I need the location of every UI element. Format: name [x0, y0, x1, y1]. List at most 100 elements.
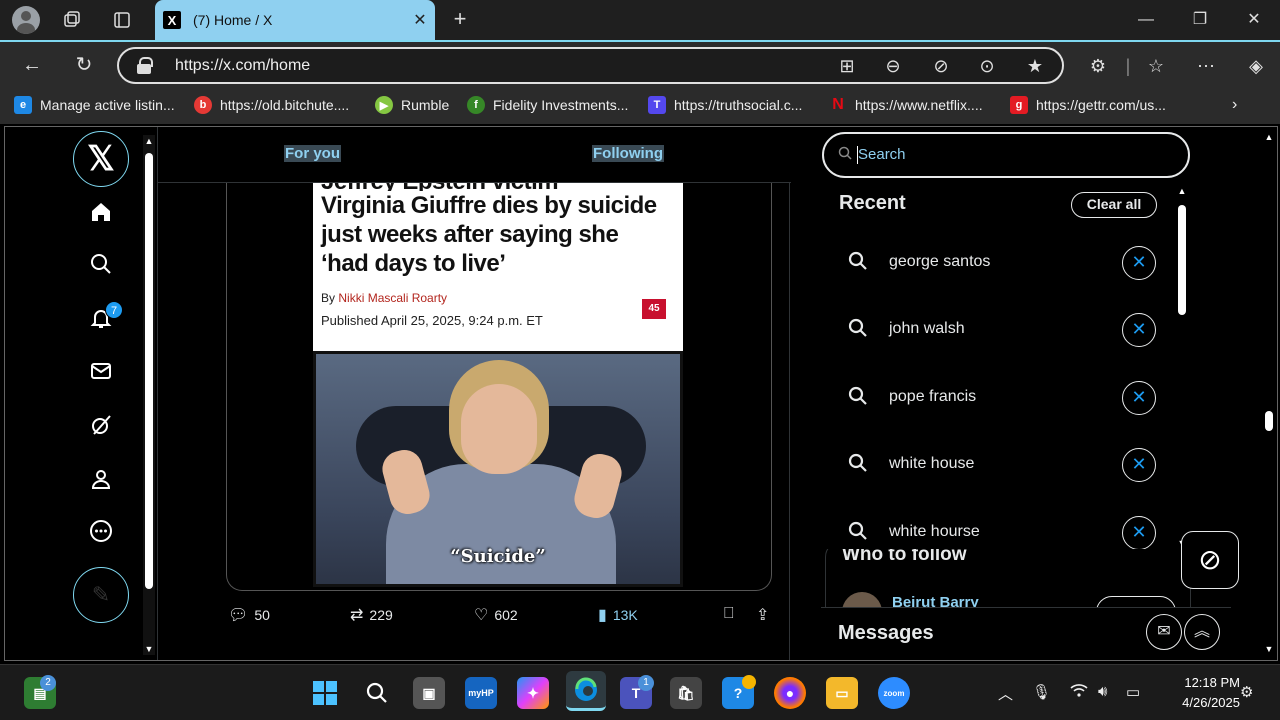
url-text[interactable]: https://x.com/home: [175, 57, 310, 75]
toolbar-divider: |: [1125, 56, 1131, 76]
scroll-down-arrow-icon[interactable]: ▼: [143, 643, 155, 655]
views-button[interactable]: ▮ 13K: [598, 605, 638, 625]
left-scrollbar[interactable]: ▲ ▼: [143, 135, 155, 655]
more-options-icon[interactable]: [87, 519, 115, 547]
minimize-icon[interactable]: —: [1126, 6, 1166, 34]
volume-icon[interactable]: 🔊︎: [1098, 683, 1107, 700]
favorite-star-icon[interactable]: ★: [1023, 55, 1047, 79]
restore-icon[interactable]: ❐: [1180, 6, 1220, 34]
bookmark-item[interactable]: Thttps://truthsocial.c...: [648, 96, 802, 114]
profile-avatar-icon[interactable]: [12, 6, 40, 34]
tracking-prevention-icon[interactable]: ⊘: [929, 55, 953, 79]
wifi-icon[interactable]: [1070, 683, 1088, 701]
remove-recent-close-icon[interactable]: ✕: [1122, 516, 1156, 549]
store-icon[interactable]: 🛍︎: [670, 677, 702, 709]
bookmark-item[interactable]: g https://gettr.com/us...: [1010, 96, 1166, 114]
new-message-icon[interactable]: ✉: [1146, 614, 1182, 650]
settings-more-icon[interactable]: ⋯: [1192, 52, 1220, 80]
file-explorer-icon[interactable]: ▭: [826, 677, 858, 709]
messages-envelope-icon[interactable]: [87, 359, 115, 387]
tab-close-icon[interactable]: ✕: [405, 10, 435, 30]
bookmark-item[interactable]: b https://old.bitchute....: [194, 96, 349, 114]
messages-drawer[interactable]: Messages ✉ ︽: [821, 607, 1231, 660]
bookmarks-overflow-chevron-icon[interactable]: ›: [1232, 96, 1237, 114]
tab-following[interactable]: Following: [592, 145, 664, 162]
explore-search-icon[interactable]: [87, 252, 115, 280]
more-page-icon[interactable]: ⊙: [975, 55, 999, 79]
recent-search-item[interactable]: white house ✕: [822, 441, 1178, 491]
firefox-icon[interactable]: ●: [774, 677, 806, 709]
battery-icon[interactable]: ▭: [1126, 683, 1140, 701]
start-windows-icon[interactable]: [309, 677, 341, 709]
tweet-action-bar: 💬︎ 50 ⇄ 229 ♡ 602 ▮ 13K ⎕ ⇪: [228, 605, 776, 629]
search-icon: [848, 521, 868, 547]
copilot-app-icon[interactable]: ✦: [517, 677, 549, 709]
like-button[interactable]: ♡ 602: [474, 605, 518, 625]
notification-center-icon[interactable]: ⚙: [1240, 683, 1253, 701]
repost-button[interactable]: ⇄ 229: [350, 605, 393, 625]
window-close-icon[interactable]: ✕: [1234, 6, 1274, 34]
profile-person-icon[interactable]: [87, 467, 115, 495]
clear-all-button[interactable]: Clear all: [1071, 192, 1157, 218]
scroll-down-arrow-icon[interactable]: ▼: [1263, 643, 1275, 655]
recent-search-item[interactable]: john walsh ✕: [822, 306, 1178, 356]
recent-search-label: white house: [889, 455, 975, 472]
scroll-up-arrow-icon[interactable]: ▲: [143, 135, 155, 147]
extensions-icon[interactable]: ⚙: [1084, 52, 1112, 80]
app-available-icon[interactable]: ⊞: [835, 55, 859, 79]
new-tab-icon[interactable]: +: [448, 6, 472, 34]
taskbar-clock[interactable]: 12:18 PM 4/26/2025: [1160, 673, 1240, 713]
share-button[interactable]: ⇪: [756, 605, 775, 625]
remove-recent-close-icon[interactable]: ✕: [1122, 381, 1156, 415]
page-scrollbar[interactable]: ▲ ▼: [1263, 131, 1275, 657]
recent-search-item[interactable]: pope francis ✕: [822, 374, 1178, 424]
back-arrow-icon[interactable]: ←: [18, 52, 46, 80]
search-icon: [848, 453, 868, 479]
tweet-media-card[interactable]: Jeffrey Epstein victim Virginia Giuffre …: [226, 177, 772, 591]
bookmark-item[interactable]: e Manage active listin...: [14, 96, 175, 114]
tab-for-you[interactable]: For you: [284, 145, 341, 162]
search-icon: [848, 318, 868, 344]
taskbar-search-icon[interactable]: [361, 677, 393, 709]
recent-search-item[interactable]: george santos ✕: [822, 239, 1178, 289]
show-hidden-icons-chevron-icon[interactable]: ︿: [998, 683, 1013, 704]
bookmark-button[interactable]: ⎕: [724, 605, 740, 623]
edge-browser-icon[interactable]: [566, 671, 606, 711]
zoom-out-icon[interactable]: ⊖: [881, 55, 905, 79]
grok-icon[interactable]: [87, 413, 115, 441]
address-bar[interactable]: https://x.com/home ⊞ ⊖ ⊘ ⊙ ★: [117, 47, 1064, 84]
scroll-up-arrow-icon[interactable]: ▲: [1263, 131, 1275, 143]
zoom-app-icon[interactable]: zoom: [878, 677, 910, 709]
bookmark-item[interactable]: Nhttps://www.netflix....: [829, 96, 982, 114]
tab-actions-icon[interactable]: [108, 6, 136, 34]
location-mic-icon[interactable]: 🎙︎: [1032, 683, 1051, 701]
scrollbar-thumb[interactable]: [1178, 205, 1186, 315]
workspaces-icon[interactable]: [58, 6, 86, 34]
expand-chevron-up-icon[interactable]: ︽: [1184, 614, 1220, 650]
x-favicon-icon: X: [163, 11, 181, 29]
bookmark-item[interactable]: ▶ Rumble: [375, 96, 449, 114]
lock-icon: [137, 57, 153, 74]
x-logo-icon[interactable]: 𝕏: [73, 131, 129, 187]
browser-tab-active[interactable]: X (7) Home / X ✕: [155, 0, 435, 40]
compose-post-icon[interactable]: ✎: [73, 567, 129, 623]
refresh-icon[interactable]: ↻: [70, 52, 98, 80]
remove-recent-close-icon[interactable]: ✕: [1122, 313, 1156, 347]
bookmark-item[interactable]: f Fidelity Investments...: [467, 96, 628, 114]
task-view-icon[interactable]: ▣: [413, 677, 445, 709]
remove-recent-close-icon[interactable]: ✕: [1122, 448, 1156, 482]
scroll-up-arrow-icon[interactable]: ▲: [1176, 185, 1188, 197]
grok-floating-icon[interactable]: ⊘: [1181, 531, 1239, 589]
truthsocial-icon: T: [648, 96, 666, 114]
scrollbar-thumb[interactable]: [145, 153, 153, 589]
reply-button[interactable]: 💬︎ 50: [228, 605, 270, 625]
scrollbar-thumb[interactable]: [1265, 411, 1273, 431]
home-icon[interactable]: [87, 200, 115, 228]
myhp-icon[interactable]: myHP: [465, 677, 497, 709]
remove-recent-close-icon[interactable]: ✕: [1122, 246, 1156, 280]
search-input[interactable]: Search: [822, 132, 1190, 178]
favorites-icon[interactable]: ☆: [1142, 52, 1170, 80]
copilot-icon[interactable]: ◈: [1242, 52, 1270, 80]
dropdown-scrollbar[interactable]: ▲ ▼: [1176, 185, 1188, 549]
recent-search-item[interactable]: white hourse ✕: [822, 509, 1178, 549]
